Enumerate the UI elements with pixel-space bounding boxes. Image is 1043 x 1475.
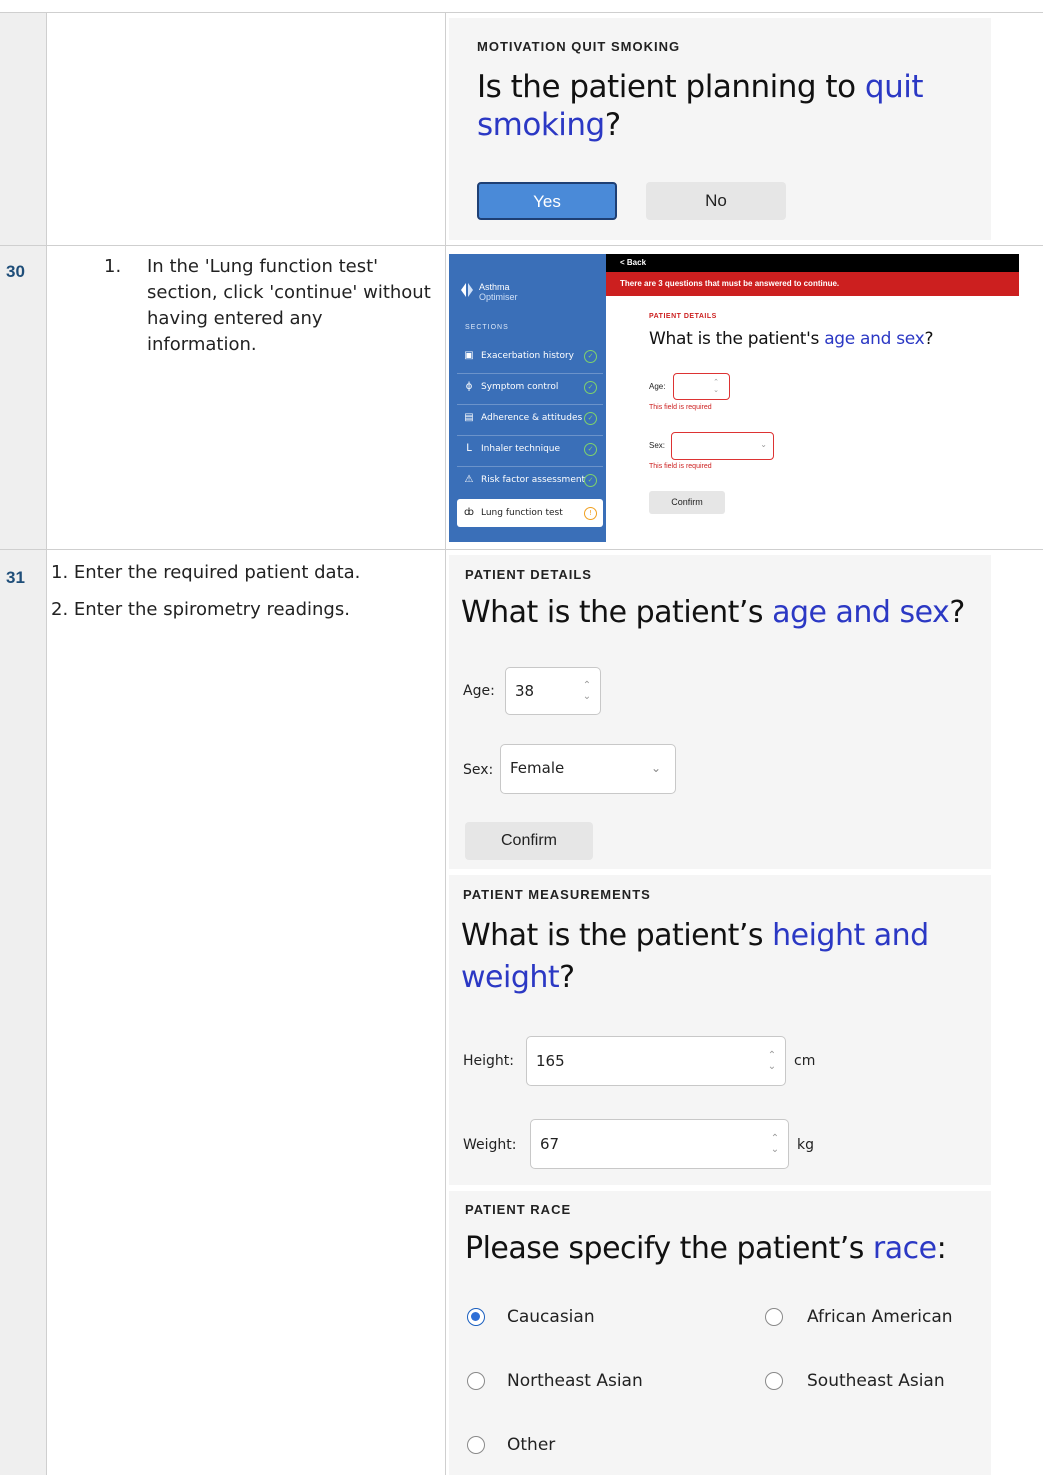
sex-select[interactable]: Female ⌄ — [500, 744, 676, 794]
check-icon: ✓ — [584, 381, 597, 394]
option-label: Southeast Asian — [807, 1371, 945, 1391]
question-title: Please specify the patient’s race: — [465, 1231, 947, 1266]
chevron-down-icon: ⌄ — [650, 761, 661, 775]
radio-other[interactable] — [467, 1436, 485, 1454]
radio-southeast-asian[interactable] — [765, 1372, 783, 1390]
sidebar-item-risk-factor-assessment[interactable]: ⚠ Risk factor assessment ✓ — [457, 468, 603, 494]
check-icon: ✓ — [584, 412, 597, 425]
confirm-button[interactable]: Confirm — [465, 822, 593, 860]
row-divider — [0, 549, 1043, 550]
weight-input[interactable]: 67 ⌃ ⌄ — [530, 1119, 789, 1169]
divider — [457, 404, 603, 405]
spinner-icon[interactable]: ⌃ ⌄ — [770, 1133, 780, 1155]
sidebar-item-lung-function-test[interactable]: ȸ Lung function test ! — [457, 499, 603, 527]
patient-details-panel: PATIENT DETAILS What is the patient’s ag… — [449, 555, 991, 869]
section-eyebrow: PATIENT RACE — [465, 1202, 572, 1217]
clipboard-icon: ▤ — [464, 412, 474, 423]
sidebar-item-inhaler-technique[interactable]: ᒪ Inhaler technique ✓ — [457, 437, 603, 463]
section-eyebrow: MOTIVATION QUIT SMOKING — [477, 39, 681, 54]
height-label: Height: — [463, 1053, 514, 1069]
lungs-icon: ȸ — [464, 507, 474, 518]
chevron-down-icon: ⌄ — [760, 440, 767, 449]
question-title: Is the patient planning to quit smoking? — [477, 69, 924, 143]
top-bar: < Back — [606, 254, 1019, 272]
check-icon: ✓ — [584, 474, 597, 487]
divider — [457, 466, 603, 467]
inhaler-icon: ᒪ — [466, 443, 472, 454]
age-input[interactable]: ⌃ ⌄ — [673, 373, 730, 400]
table-top-border — [0, 12, 1043, 13]
quit-smoking-panel: MOTIVATION QUIT SMOKING Is the patient p… — [449, 18, 991, 240]
app-screenshot: Asthma Optimiser SECTIONS ▣ Exacerbation… — [449, 254, 1019, 542]
calendar-icon: ▣ — [464, 350, 474, 361]
back-link[interactable]: < Back — [620, 258, 646, 267]
yes-button[interactable]: Yes — [477, 182, 617, 220]
radio-african-american[interactable] — [765, 1308, 783, 1326]
lungs-icon: ɸ — [465, 381, 473, 392]
step-instruction: 1. Enter the required patient data. — [51, 562, 361, 583]
sex-label: Sex: — [463, 762, 494, 778]
brand-name: Asthma — [479, 282, 510, 292]
sex-label: Sex: — [649, 441, 666, 450]
height-unit: cm — [794, 1053, 816, 1069]
option-label: African American — [807, 1307, 953, 1327]
column-divider — [46, 12, 47, 1475]
sidebar: Asthma Optimiser SECTIONS ▣ Exacerbation… — [449, 254, 606, 542]
age-label: Age: — [649, 382, 666, 391]
section-eyebrow: PATIENT DETAILS — [649, 313, 717, 320]
question-title: What is the patient's age and sex? — [649, 329, 934, 349]
column-divider — [445, 12, 446, 1475]
spinner-icon[interactable]: ⌃ ⌄ — [582, 680, 592, 702]
age-required-message: This field is required — [649, 404, 712, 411]
section-eyebrow: PATIENT MEASUREMENTS — [463, 887, 651, 902]
question-title: What is the patient’s height and weight? — [461, 918, 929, 995]
option-label: Caucasian — [507, 1307, 595, 1327]
logo-icon — [459, 282, 475, 298]
age-label: Age: — [463, 683, 495, 699]
sidebar-item-adherence-attitudes[interactable]: ▤ Adherence & attitudes ✓ — [457, 406, 603, 432]
step-number-column — [0, 12, 46, 1475]
section-eyebrow: PATIENT DETAILS — [465, 567, 592, 582]
error-banner: There are 3 questions that must be answe… — [606, 272, 1019, 296]
error-message: There are 3 questions that must be answe… — [620, 279, 840, 288]
spinner-icon[interactable]: ⌃ ⌄ — [767, 1050, 777, 1072]
warning-icon: ⚠ — [464, 474, 474, 485]
radio-northeast-asian[interactable] — [467, 1372, 485, 1390]
step-number: 30 — [6, 262, 25, 281]
sex-select[interactable]: ⌄ — [671, 432, 774, 460]
divider — [457, 373, 603, 374]
no-button[interactable]: No — [646, 182, 786, 220]
confirm-button[interactable]: Confirm — [649, 491, 725, 514]
step-index: 1. — [104, 256, 122, 277]
step-instruction: In the 'Lung function test' section, cli… — [147, 256, 431, 355]
weight-label: Weight: — [463, 1137, 517, 1153]
pending-icon: ! — [584, 507, 597, 520]
weight-unit: kg — [797, 1137, 814, 1153]
row-divider — [0, 245, 1043, 246]
check-icon: ✓ — [584, 443, 597, 456]
step-number: 31 — [6, 568, 25, 587]
height-input[interactable]: 165 ⌃ ⌄ — [526, 1036, 786, 1086]
option-label: Other — [507, 1435, 556, 1455]
brand-subname: Optimiser — [479, 292, 518, 302]
sex-required-message: This field is required — [649, 463, 712, 470]
check-icon: ✓ — [584, 350, 597, 363]
sidebar-item-symptom-control[interactable]: ɸ Symptom control ✓ — [457, 375, 603, 401]
question-title: What is the patient’s age and sex? — [461, 595, 965, 630]
age-input[interactable]: 38 ⌃ ⌄ — [505, 667, 601, 715]
radio-caucasian[interactable] — [467, 1308, 485, 1326]
sections-label: SECTIONS — [465, 324, 509, 331]
patient-measurements-panel: PATIENT MEASUREMENTS What is the patient… — [449, 875, 991, 1185]
sidebar-item-exacerbation-history[interactable]: ▣ Exacerbation history ✓ — [457, 344, 603, 370]
step-instruction: 2. Enter the spirometry readings. — [51, 599, 350, 620]
patient-race-panel: PATIENT RACE Please specify the patient’… — [449, 1191, 991, 1475]
divider — [457, 435, 603, 436]
option-label: Northeast Asian — [507, 1371, 643, 1391]
spinner-icon[interactable]: ⌃ ⌄ — [711, 379, 721, 395]
